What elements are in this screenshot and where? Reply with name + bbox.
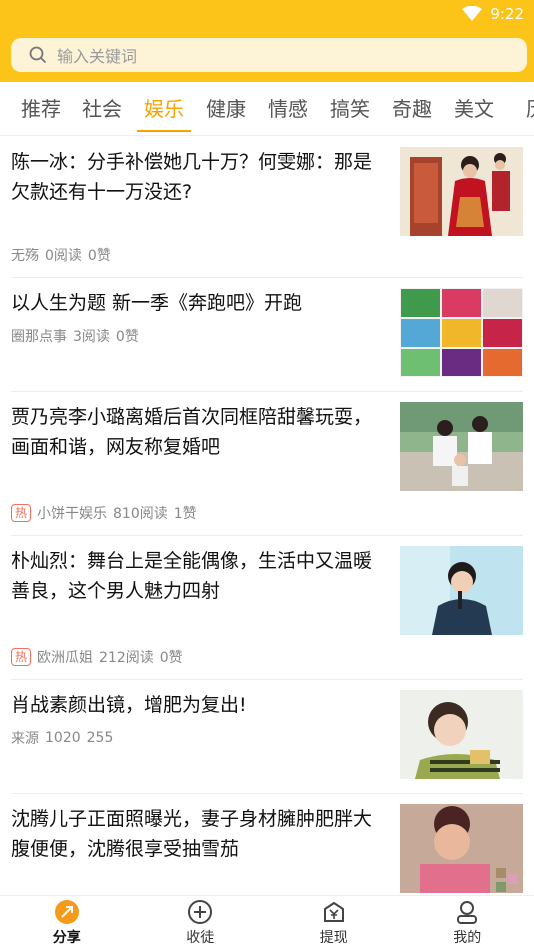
article-meta: 热 欧洲瓜姐 212阅读 0赞 — [11, 647, 183, 667]
list-item[interactable]: 朴灿烈：舞台上是全能偶像，生活中又温暖善良，这个男人魅力四射 热 欧洲瓜姐 21… — [11, 536, 523, 680]
article-likes: 1赞 — [173, 506, 197, 522]
article-title: 以人生为题 新一季《奔跑吧》开跑 — [11, 292, 303, 314]
status-time: 9:22 — [490, 5, 524, 23]
news-feed: 陈一冰：分手补偿她几十万？何雯娜：那是欠款还有十一万没还? 无殇 0阅读 0赞 … — [0, 137, 534, 895]
article-title: 陈一冰：分手补偿她几十万？何雯娜：那是欠款还有十一万没还? — [11, 151, 373, 203]
article-meta: 圈那点事 3阅读 0赞 — [11, 326, 139, 346]
article-reads: 810阅读 — [113, 506, 168, 522]
article-likes: 0赞 — [159, 650, 183, 666]
article-likes: 255 — [86, 730, 114, 746]
share-icon — [54, 899, 79, 924]
list-item[interactable]: 肖战素颜出镜，增肥为复出! 来源 1020 255 — [11, 680, 523, 794]
tab-essay[interactable]: 美文 — [443, 82, 505, 135]
article-source: 欧洲瓜姐 — [37, 650, 93, 666]
category-tabs: 推荐 社会 娱乐 健康 情感 搞笑 奇趣 美文 历 — [0, 82, 534, 136]
list-item[interactable]: 贾乃亮李小璐离婚后首次同框陪甜馨玩耍，画面和谐，网友称复婚吧 热 小饼干娱乐 8… — [11, 392, 523, 536]
article-thumbnail — [400, 402, 523, 491]
hot-badge: 热 — [11, 504, 31, 522]
article-title: 朴灿烈：舞台上是全能偶像，生活中又温暖善良，这个男人魅力四射 — [11, 550, 373, 602]
article-thumbnail — [400, 288, 523, 377]
wifi-icon — [462, 6, 483, 21]
list-item[interactable]: 沈腾儿子正面照曝光，妻子身材臃肿肥胖大腹便便，沈腾很享受抽雪茄 — [11, 794, 523, 895]
bottom-nav: 分享 收徒 提现 我的 — [0, 895, 534, 949]
search-icon — [29, 46, 47, 64]
article-reads: 0阅读 — [45, 248, 82, 264]
tab-society[interactable]: 社会 — [71, 82, 133, 135]
article-title: 贾乃亮李小璐离婚后首次同框陪甜馨玩耍，画面和谐，网友称复婚吧 — [11, 406, 373, 458]
article-thumbnail — [400, 690, 523, 779]
tab-history[interactable]: 历 — [505, 82, 534, 135]
article-title: 沈腾儿子正面照曝光，妻子身材臃肿肥胖大腹便便，沈腾很享受抽雪茄 — [11, 808, 373, 860]
article-thumbnail — [400, 546, 523, 635]
tab-curious[interactable]: 奇趣 — [381, 82, 443, 135]
article-meta: 来源 1020 255 — [11, 728, 113, 748]
article-likes: 0赞 — [87, 248, 111, 264]
article-title: 肖战素颜出镜，增肥为复出! — [11, 694, 247, 716]
article-source: 无殇 — [11, 248, 39, 264]
nav-recruit[interactable]: 收徒 — [134, 896, 268, 949]
nav-withdraw[interactable]: 提现 — [267, 896, 401, 949]
article-thumbnail — [400, 147, 523, 236]
tab-entertainment[interactable]: 娱乐 — [133, 82, 195, 135]
nav-share[interactable]: 分享 — [0, 896, 134, 949]
article-source: 小饼干娱乐 — [37, 506, 107, 522]
search-bar[interactable]: 输入关键词 — [11, 38, 527, 72]
article-reads: 3阅读 — [73, 329, 110, 345]
nav-withdraw-label: 提现 — [319, 929, 348, 946]
article-likes: 0赞 — [115, 329, 139, 345]
plus-circle-icon — [188, 899, 213, 924]
article-source: 来源 — [11, 731, 39, 747]
yen-icon — [323, 901, 344, 922]
article-reads: 1020 — [45, 730, 81, 746]
status-bar: 9:22 — [462, 0, 524, 28]
nav-share-label: 分享 — [52, 929, 81, 946]
article-thumbnail — [400, 804, 523, 893]
nav-profile-label: 我的 — [453, 929, 482, 946]
list-item[interactable]: 以人生为题 新一季《奔跑吧》开跑 圈那点事 3阅读 0赞 — [11, 278, 523, 392]
article-reads: 212阅读 — [99, 650, 154, 666]
article-meta: 无殇 0阅读 0赞 — [11, 245, 111, 265]
tab-health[interactable]: 健康 — [195, 82, 257, 135]
article-source: 圈那点事 — [11, 329, 67, 345]
app-header: 9:22 输入关键词 — [0, 0, 534, 82]
article-meta: 热 小饼干娱乐 810阅读 1赞 — [11, 503, 197, 523]
nav-recruit-label: 收徒 — [186, 929, 215, 946]
list-item[interactable]: 陈一冰：分手补偿她几十万？何雯娜：那是欠款还有十一万没还? 无殇 0阅读 0赞 — [11, 137, 523, 278]
user-icon — [457, 900, 478, 924]
tab-emotion[interactable]: 情感 — [257, 82, 319, 135]
nav-profile[interactable]: 我的 — [401, 896, 534, 949]
tab-recommend[interactable]: 推荐 — [11, 82, 71, 135]
hot-badge: 热 — [11, 648, 31, 666]
search-input[interactable]: 输入关键词 — [57, 43, 137, 67]
tab-funny[interactable]: 搞笑 — [319, 82, 381, 135]
